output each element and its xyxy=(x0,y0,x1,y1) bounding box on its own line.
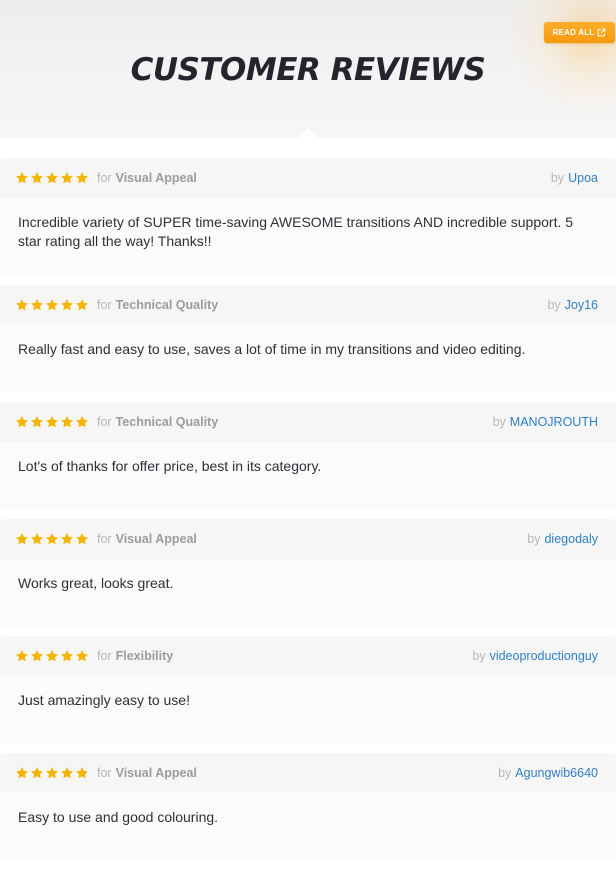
star-icon xyxy=(61,299,73,311)
review-text: Works great, looks great. xyxy=(18,575,174,591)
review-author-link[interactable]: Joy16 xyxy=(565,298,598,312)
review-author-link[interactable]: Upoa xyxy=(568,171,598,185)
review-meta: for Technical Quality by MANOJROUTH xyxy=(0,402,616,442)
header-notch xyxy=(298,128,318,138)
review-category: Technical Quality xyxy=(115,298,219,312)
review-card: for Visual Appeal by Upoa Incredible var… xyxy=(0,158,616,274)
review-author-link[interactable]: videoproductionguy xyxy=(490,649,598,663)
star-icon xyxy=(46,767,58,779)
read-all-button[interactable]: READ ALL xyxy=(544,22,615,43)
star-icon xyxy=(76,416,88,428)
review-meta: for Visual Appeal by diegodaly xyxy=(0,519,616,559)
star-icon xyxy=(31,172,43,184)
star-icon xyxy=(16,416,28,428)
star-icon xyxy=(61,650,73,662)
external-link-icon xyxy=(597,28,606,37)
review-byline: by videoproductionguy xyxy=(472,649,598,663)
for-label: for xyxy=(97,766,112,780)
review-author-link[interactable]: diegodaly xyxy=(544,532,598,546)
star-icon xyxy=(31,650,43,662)
star-rating xyxy=(15,766,89,780)
review-text: Incredible variety of SUPER time-saving … xyxy=(18,214,574,249)
star-rating xyxy=(15,171,89,185)
star-icon xyxy=(46,172,58,184)
review-byline: by Upoa xyxy=(551,171,598,185)
review-card: for Technical Quality by MANOJROUTH Lot'… xyxy=(0,402,616,509)
by-label: by xyxy=(472,649,486,663)
review-byline: by Joy16 xyxy=(547,298,598,312)
star-icon xyxy=(46,299,58,311)
star-icon xyxy=(76,299,88,311)
for-label: for xyxy=(97,415,112,429)
review-text: Just amazingly easy to use! xyxy=(18,692,190,708)
star-rating xyxy=(15,532,89,546)
star-icon xyxy=(61,533,73,545)
review-category: Technical Quality xyxy=(115,415,219,429)
review-category: Visual Appeal xyxy=(115,766,197,780)
review-meta: for Flexibility by videoproductionguy xyxy=(0,636,616,676)
star-icon xyxy=(31,533,43,545)
star-icon xyxy=(31,767,43,779)
review-meta: for Visual Appeal by Agungwib6640 xyxy=(0,753,616,793)
star-rating xyxy=(15,649,89,663)
by-label: by xyxy=(550,171,565,185)
review-byline: by MANOJROUTH xyxy=(493,415,598,429)
for-label: for xyxy=(97,298,112,312)
review-meta: for Technical Quality by Joy16 xyxy=(0,285,616,325)
star-rating xyxy=(15,298,89,312)
star-icon xyxy=(16,533,28,545)
review-text: Easy to use and good colouring. xyxy=(18,809,219,825)
star-icon xyxy=(16,650,28,662)
review-text: Really fast and easy to use, saves a lot… xyxy=(18,341,526,357)
review-category: Visual Appeal xyxy=(115,532,197,546)
by-label: by xyxy=(492,415,506,429)
review-text: Lot's of thanks for offer price, best in… xyxy=(18,458,322,474)
review-card: for Technical Quality by Joy16 Really fa… xyxy=(0,285,616,392)
review-author-link[interactable]: Agungwib6640 xyxy=(515,766,598,780)
for-label: for xyxy=(97,649,112,663)
by-label: by xyxy=(547,298,561,312)
star-icon xyxy=(76,767,88,779)
star-icon xyxy=(61,767,73,779)
review-category: Flexibility xyxy=(115,649,174,663)
for-label: for xyxy=(97,171,112,185)
review-card: for Flexibility by videoproductionguy Ju… xyxy=(0,636,616,743)
star-icon xyxy=(16,299,28,311)
star-rating xyxy=(15,415,89,429)
review-card: for Visual Appeal by Agungwib6640 Easy t… xyxy=(0,753,616,860)
star-icon xyxy=(16,172,28,184)
star-icon xyxy=(61,416,73,428)
star-icon xyxy=(46,416,58,428)
review-byline: by Agungwib6640 xyxy=(498,766,598,780)
review-author-link[interactable]: MANOJROUTH xyxy=(510,415,598,429)
review-card: for Visual Appeal by diegodaly Works gre… xyxy=(0,519,616,626)
for-label: for xyxy=(97,532,112,546)
star-icon xyxy=(16,767,28,779)
star-icon xyxy=(76,172,88,184)
review-meta: for Visual Appeal by Upoa xyxy=(0,158,616,198)
by-label: by xyxy=(527,532,541,546)
star-icon xyxy=(46,533,58,545)
star-icon xyxy=(46,650,58,662)
star-icon xyxy=(76,533,88,545)
by-label: by xyxy=(498,766,512,780)
reviews-header: CUSTOMER REVIEWS READ ALL xyxy=(0,0,616,138)
page-title: CUSTOMER REVIEWS xyxy=(130,52,486,88)
review-byline: by diegodaly xyxy=(527,532,598,546)
star-icon xyxy=(31,299,43,311)
read-all-label: READ ALL xyxy=(552,28,595,37)
star-icon xyxy=(76,650,88,662)
star-icon xyxy=(31,416,43,428)
review-category: Visual Appeal xyxy=(115,171,197,185)
star-icon xyxy=(61,172,73,184)
